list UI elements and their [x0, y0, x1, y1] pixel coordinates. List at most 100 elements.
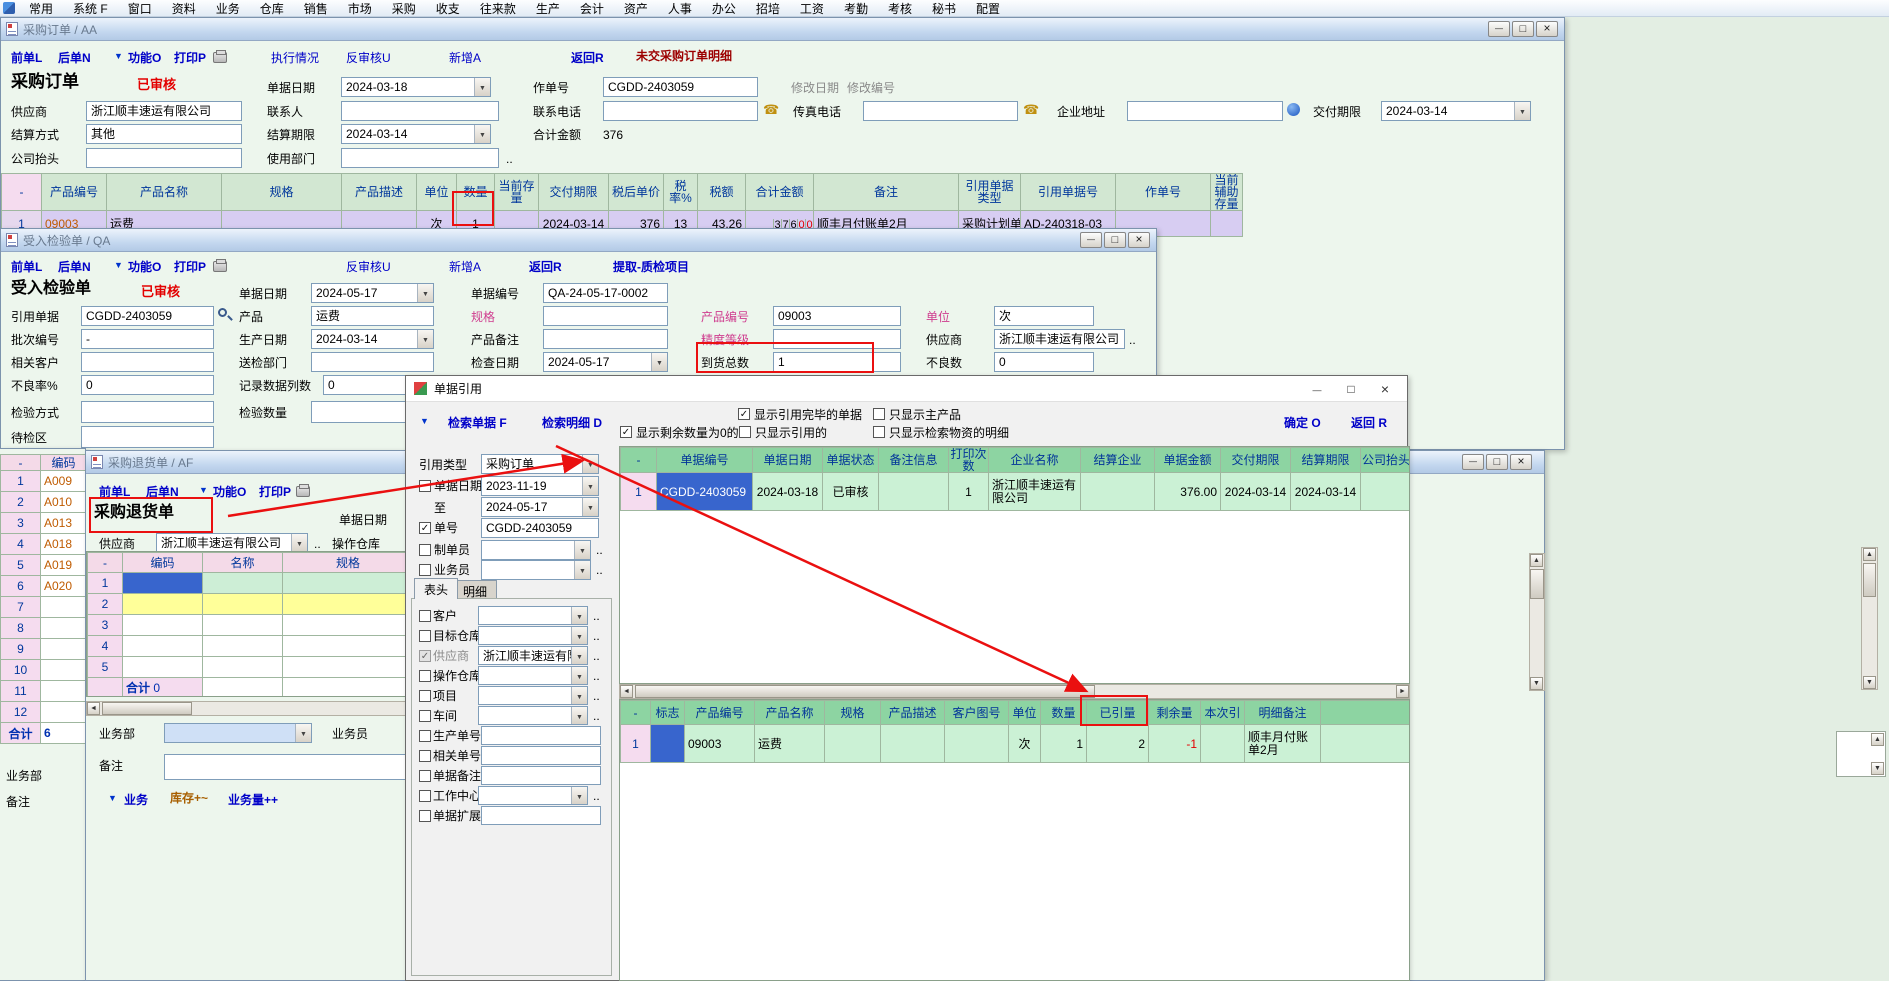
date-filter-checkbox[interactable] — [419, 480, 431, 492]
qa-defect-qty-input[interactable]: 0 — [994, 352, 1094, 372]
chevron-down-icon[interactable] — [295, 724, 311, 742]
menu-item[interactable]: 常用 — [19, 0, 63, 19]
menu-item[interactable]: 办公 — [702, 0, 746, 19]
ellipsis-button[interactable]: .. — [314, 537, 321, 551]
scroll-down-button[interactable] — [1863, 676, 1876, 689]
field-input[interactable] — [481, 766, 601, 785]
minimize-button[interactable] — [1462, 454, 1484, 470]
po-contact-input[interactable] — [341, 101, 499, 121]
af-volume-link[interactable]: 业务量++ — [228, 791, 278, 808]
function-dropdown-icon[interactable] — [114, 260, 123, 270]
field-checkbox[interactable] — [419, 710, 431, 722]
qa-arrival-qty-input[interactable]: 1 — [773, 352, 901, 372]
field-checkbox[interactable] — [419, 750, 431, 762]
field-input[interactable] — [481, 726, 601, 745]
field-checkbox[interactable] — [419, 790, 431, 802]
table-row[interactable]: 1 09003 运费 次 1 2 -1 顺丰月付账单2月 — [621, 725, 1411, 763]
qa-inspect-dept-input[interactable] — [311, 352, 434, 372]
sales-combobox[interactable] — [481, 560, 591, 580]
sales-checkbox[interactable] — [419, 564, 431, 576]
qa-back-button[interactable]: 返回R — [529, 258, 562, 275]
menu-item[interactable]: 销售 — [294, 0, 338, 19]
list-item[interactable]: 4A018 — [1, 534, 87, 555]
af-function-button[interactable]: 功能O — [213, 483, 246, 500]
field-checkbox[interactable] — [419, 770, 431, 782]
af-stock-link[interactable]: 库存+~ — [170, 791, 208, 805]
globe-icon[interactable] — [1287, 103, 1300, 116]
menu-item[interactable]: 采购 — [382, 0, 426, 19]
list-item[interactable]: 10 — [1, 660, 87, 681]
date-to-input[interactable]: 2024-05-17 — [481, 497, 599, 517]
dlg-search-doc-button[interactable]: 检索单据 F — [448, 414, 507, 431]
qa-product-remark-input[interactable] — [543, 329, 668, 349]
af-remark-input[interactable] — [164, 754, 412, 780]
chevron-down-icon[interactable] — [571, 687, 587, 704]
po-company-input[interactable] — [86, 148, 242, 168]
close-button[interactable] — [1128, 232, 1150, 248]
af-supplier-combobox[interactable]: 浙江顺丰速运有限公司 — [156, 533, 308, 553]
menu-item[interactable]: 会计 — [570, 0, 614, 19]
dlg-back-button[interactable]: 返回 R — [1351, 414, 1387, 431]
po-fax-input[interactable] — [863, 101, 1018, 121]
calendar-dropdown-icon[interactable] — [651, 353, 667, 371]
maximize-button[interactable] — [1512, 21, 1534, 37]
function-dropdown-icon[interactable] — [420, 416, 429, 426]
printer-icon[interactable] — [213, 261, 227, 272]
tab-header[interactable]: 表头 — [414, 578, 458, 599]
po-delivery-input[interactable]: 2024-03-14 — [1381, 101, 1531, 121]
qa-titlebar[interactable]: 受入检验单 / QA — [1, 229, 1156, 252]
maximize-button[interactable] — [1486, 454, 1508, 470]
qa-defect-rate-input[interactable]: 0 — [81, 375, 214, 395]
qa-function-button[interactable]: 功能O — [128, 258, 161, 275]
menu-item[interactable]: 往来款 — [470, 0, 526, 19]
field-checkbox[interactable] — [419, 730, 431, 742]
dlg-search-detail-button[interactable]: 检索明细 D — [542, 414, 602, 431]
chevron-down-icon[interactable] — [571, 607, 587, 624]
list-item[interactable]: 3A013 — [1, 513, 87, 534]
calendar-dropdown-icon[interactable] — [417, 330, 433, 348]
scrollbar-thumb[interactable] — [635, 685, 1095, 698]
date-from-input[interactable]: 2023-11-19 — [481, 476, 599, 496]
po-settle-term-input[interactable]: 2024-03-14 — [341, 124, 491, 144]
phone-icon[interactable] — [1023, 102, 1039, 118]
scroll-up-button[interactable] — [1530, 554, 1543, 567]
menu-item[interactable]: 秘书 — [922, 0, 966, 19]
function-dropdown-icon[interactable] — [114, 51, 123, 61]
table-row[interactable]: 3 — [88, 615, 413, 636]
table-row[interactable]: 2 — [88, 594, 413, 615]
maker-checkbox[interactable] — [419, 544, 431, 556]
selected-flag-cell[interactable] — [651, 725, 685, 763]
ellipsis-button[interactable]: .. — [596, 563, 603, 577]
menu-item[interactable]: 资产 — [614, 0, 658, 19]
selected-cell[interactable] — [123, 573, 203, 594]
list-item[interactable]: 6A020 — [1, 576, 87, 597]
minimize-button[interactable] — [1488, 21, 1510, 37]
field-checkbox[interactable] — [419, 810, 431, 822]
close-button[interactable] — [1371, 380, 1399, 399]
printer-icon[interactable] — [213, 52, 227, 63]
selected-doc-cell[interactable]: CGDD-2403059 — [657, 473, 753, 511]
po-settle-method-input[interactable]: 其他 — [86, 124, 242, 144]
field-combobox[interactable] — [478, 666, 588, 685]
field-checkbox[interactable] — [419, 670, 431, 682]
qa-add-button[interactable]: 新增A — [449, 258, 481, 275]
dialog-titlebar[interactable]: 单据引用 — [406, 376, 1407, 402]
af-prev-button[interactable]: 前单L — [99, 483, 130, 500]
scroll-left-button[interactable] — [620, 685, 633, 698]
chevron-down-icon[interactable] — [571, 627, 587, 644]
minimize-button[interactable] — [1080, 232, 1102, 248]
ref-type-combobox[interactable]: 采购订单 — [481, 454, 599, 474]
tab-detail[interactable]: 明细 — [453, 580, 497, 599]
filter-checkbox[interactable] — [873, 408, 885, 420]
list-item[interactable]: 8 — [1, 618, 87, 639]
af-business-link[interactable]: 业务 — [124, 791, 148, 808]
chevron-down-icon[interactable] — [571, 787, 587, 804]
qa-precision-input[interactable] — [773, 329, 901, 349]
filter-checkbox[interactable] — [873, 426, 885, 438]
po-next-button[interactable]: 后单N — [58, 49, 91, 66]
chevron-down-icon[interactable] — [291, 534, 307, 552]
scroll-right-button[interactable] — [1396, 685, 1409, 698]
list-item[interactable]: 11 — [1, 681, 87, 702]
menu-item[interactable]: 资料 — [162, 0, 206, 19]
filter-checkbox[interactable] — [620, 426, 632, 438]
